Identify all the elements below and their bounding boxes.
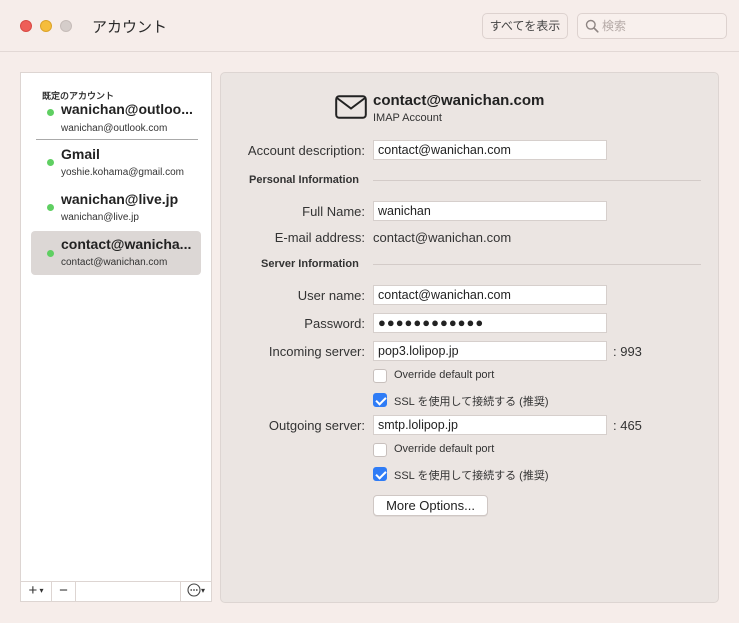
window-title: アカウント [92, 19, 168, 36]
account-email: wanichan@live.jp [61, 212, 139, 223]
account-email: wanichan@outlook.com [61, 123, 168, 134]
account-list-toolbar: + ▾ − ▾ [21, 581, 211, 601]
incoming-server-label: Incoming server: [268, 344, 365, 359]
accounts-window: アカウント すべてを表示 既定のアカウント wanichan@outloo...… [0, 0, 739, 623]
remove-account-button[interactable]: − [52, 582, 76, 601]
personal-section-divider [373, 180, 701, 181]
status-online-icon [47, 204, 54, 211]
password-field[interactable]: ●●●●●●●●●●●● [373, 313, 607, 333]
chevron-down-icon: ▾ [37, 586, 44, 595]
search-box[interactable] [577, 13, 727, 39]
email-address-value: contact@wanichan.com [373, 230, 512, 245]
account-item-live[interactable]: wanichan@live.jp wanichan@live.jp [31, 188, 201, 228]
status-online-icon [47, 159, 54, 166]
account-email: yoshie.kohama@gmail.com [61, 167, 184, 178]
search-icon [585, 19, 599, 33]
envelope-icon [335, 95, 367, 119]
incoming-ssl-label: SSL を使用して接続する (推奨) [394, 396, 549, 408]
outgoing-override-port-checkbox[interactable] [373, 443, 387, 457]
add-account-button[interactable]: + ▾ [21, 582, 52, 601]
incoming-override-port-checkbox[interactable] [373, 369, 387, 383]
user-name-field[interactable] [373, 285, 607, 305]
ellipsis-circle-icon [187, 583, 201, 597]
server-information-heading: Server Information [261, 258, 359, 270]
account-header-email: contact@wanichan.com [373, 92, 545, 109]
account-header-type: IMAP Account [373, 112, 442, 124]
full-name-field[interactable] [373, 201, 607, 221]
account-detail-panel: contact@wanichan.com IMAP Account Accoun… [220, 72, 719, 603]
status-online-icon [47, 109, 54, 116]
outgoing-ssl-label: SSL を使用して接続する (推奨) [394, 470, 549, 482]
zoom-window-button[interactable] [60, 20, 72, 32]
incoming-ssl-checkbox[interactable] [373, 393, 387, 407]
user-name-label: User name: [297, 288, 365, 303]
status-online-icon [47, 250, 54, 257]
incoming-override-port-label: Override default port [394, 369, 495, 381]
chevron-down-icon: ▾ [200, 586, 205, 595]
minimize-window-button[interactable] [40, 20, 52, 32]
show-all-button[interactable]: すべてを表示 [482, 13, 568, 39]
outgoing-override-port-label: Override default port [394, 443, 495, 455]
account-name: wanichan@outloo... [61, 101, 193, 117]
outgoing-server-label: Outgoing server: [268, 418, 365, 433]
full-name-label: Full Name: [302, 204, 365, 219]
account-name: contact@wanicha... [61, 236, 192, 252]
personal-information-heading: Personal Information [249, 174, 360, 186]
server-section-divider [373, 264, 701, 265]
account-actions-button[interactable]: ▾ [180, 582, 211, 601]
minus-icon: − [59, 582, 68, 599]
close-window-button[interactable] [20, 20, 32, 32]
account-item-contact[interactable]: contact@wanicha... contact@wanichan.com [31, 231, 201, 275]
account-item-outlook[interactable]: wanichan@outloo... wanichan@outlook.com [31, 99, 201, 137]
search-input[interactable] [602, 17, 722, 35]
account-email: contact@wanichan.com [61, 257, 168, 268]
outgoing-ssl-checkbox[interactable] [373, 467, 387, 481]
email-address-label: E-mail address: [274, 230, 365, 245]
incoming-server-field[interactable] [373, 341, 607, 361]
default-account-divider [36, 139, 198, 140]
account-name: wanichan@live.jp [61, 191, 179, 207]
plus-icon: + [28, 582, 38, 599]
account-description-field[interactable] [373, 140, 607, 160]
more-options-button[interactable]: More Options... [373, 495, 488, 516]
outgoing-port-value: : 465 [613, 418, 642, 433]
account-name: Gmail [61, 146, 100, 162]
password-label: Password: [304, 316, 365, 331]
account-description-label: Account description: [247, 143, 365, 158]
outgoing-server-field[interactable] [373, 415, 607, 435]
title-bar: アカウント すべてを表示 [0, 0, 739, 52]
account-list: 既定のアカウント wanichan@outloo... wanichan@out… [20, 72, 212, 602]
account-item-gmail[interactable]: Gmail yoshie.kohama@gmail.com [31, 143, 201, 183]
incoming-port-value: : 993 [613, 344, 642, 359]
